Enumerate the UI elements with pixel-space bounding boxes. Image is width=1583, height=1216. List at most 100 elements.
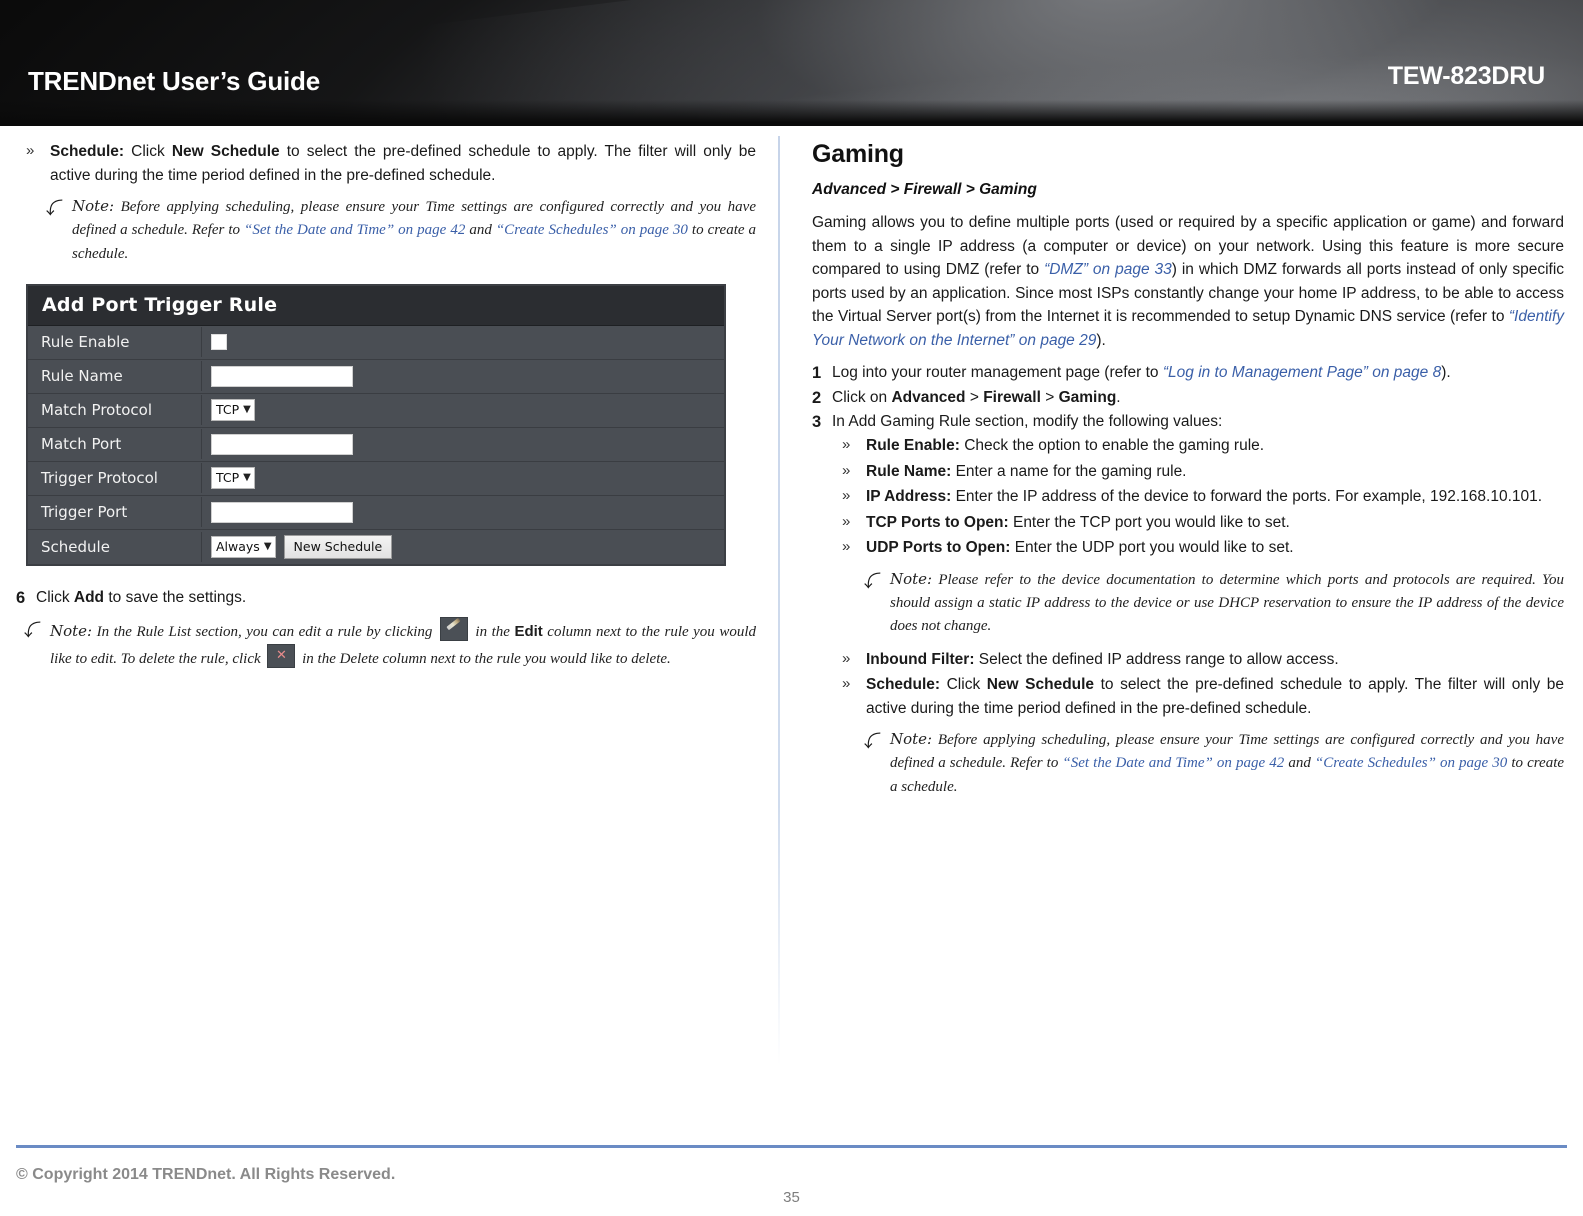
schedule-value: Always bbox=[216, 538, 260, 554]
product-model-label: TEW-823DRU bbox=[1387, 62, 1545, 90]
rule-name-input[interactable] bbox=[211, 365, 353, 387]
router-ui-label-match-protocol: Match Protocol bbox=[28, 395, 202, 426]
step-text-2: to save the settings. bbox=[104, 588, 247, 606]
note-text-2: and bbox=[1284, 755, 1315, 772]
bullet-label: Rule Enable: bbox=[866, 437, 960, 455]
note-word: Note: bbox=[72, 197, 115, 216]
note-arrow-icon: ⤵ bbox=[864, 732, 881, 753]
note-link-create-schedules[interactable]: “Create Schedules” on page 30 bbox=[1315, 755, 1507, 771]
step-text-1: Click bbox=[36, 588, 74, 606]
note-strong-edit: Edit bbox=[514, 623, 543, 641]
note-arrow-icon: ⤵ bbox=[864, 571, 881, 592]
page-title: Gaming bbox=[812, 140, 904, 168]
router-ui-label-trigger-protocol: Trigger Protocol bbox=[28, 463, 202, 494]
note-text-2: in the bbox=[470, 624, 515, 641]
router-ui-label-rule-name: Rule Name bbox=[28, 361, 202, 392]
router-ui-field-match-port bbox=[202, 427, 724, 461]
router-ui-row-match-port: Match Port bbox=[28, 427, 724, 462]
router-ui-field-trigger-protocol: TCP ▼ bbox=[202, 461, 724, 495]
bullet-udp-ports: » UDP Ports to Open: Enter the UDP port y… bbox=[812, 536, 1564, 560]
step-1: 1 Log into your router management page (r… bbox=[812, 361, 1564, 384]
bullet-strong-new-schedule: New Schedule bbox=[986, 676, 1095, 694]
bullet-label-schedule: Schedule: bbox=[866, 676, 941, 694]
step-strong-add: Add bbox=[73, 588, 105, 606]
router-ui-row-match-protocol: Match Protocol TCP ▼ bbox=[28, 393, 724, 428]
trigger-protocol-select[interactable]: TCP ▼ bbox=[211, 467, 255, 490]
bullet-schedule: » Schedule: Click New Schedule to select … bbox=[16, 140, 756, 187]
bullet-ip-address: » IP Address: Enter the IP address of the… bbox=[812, 485, 1564, 509]
note-text: Please refer to the device documentation… bbox=[890, 571, 1564, 635]
note-rule-list: ⤵ Note: In the Rule List section, you can… bbox=[16, 617, 756, 672]
bullet-label: IP Address: bbox=[866, 488, 952, 506]
match-port-input[interactable] bbox=[211, 433, 353, 455]
trigger-port-input[interactable] bbox=[211, 501, 353, 523]
router-ui-label-match-port: Match Port bbox=[28, 429, 202, 460]
note-link-set-date-time[interactable]: “Set the Date and Time” on page 42 bbox=[244, 222, 465, 238]
bullet-label: Rule Name: bbox=[866, 462, 952, 480]
bullet-rule-enable: » Rule Enable: Check the option to enable… bbox=[812, 434, 1564, 458]
bullet-text-1: Click bbox=[124, 143, 172, 160]
step-2: 2 Click on Advanced > Firewall > Gaming. bbox=[812, 386, 1564, 409]
pencil-icon[interactable] bbox=[439, 617, 468, 642]
column-divider bbox=[778, 136, 780, 1066]
intro-link-dmz[interactable]: “DMZ” on page 33 bbox=[1044, 261, 1172, 278]
router-ui-row-trigger-protocol: Trigger Protocol TCP ▼ bbox=[28, 461, 724, 496]
step-number: 3 bbox=[812, 412, 822, 431]
bullet-marker-icon: » bbox=[842, 487, 851, 505]
note-link-create-schedules[interactable]: “Create Schedules” on page 30 bbox=[496, 222, 688, 238]
router-ui-label-rule-enable: Rule Enable bbox=[28, 327, 202, 358]
note-arrow-icon: ⤵ bbox=[24, 621, 41, 642]
page-content: » Schedule: Click New Schedule to select … bbox=[0, 126, 1583, 1116]
bullet-text: Enter the IP address of the device to fo… bbox=[951, 488, 1543, 506]
bullet-text: Enter the TCP port you would like to set… bbox=[1008, 513, 1290, 531]
note-schedule: ⤵ Note: Before applying scheduling, pleas… bbox=[812, 728, 1564, 799]
bullet-schedule: » Schedule: Click New Schedule to select … bbox=[812, 673, 1564, 720]
note-text-4: in the Delete column next to the rule yo… bbox=[298, 651, 671, 668]
left-column: » Schedule: Click New Schedule to select … bbox=[16, 140, 756, 681]
delete-x-icon[interactable] bbox=[267, 644, 296, 669]
copyright-text: © Copyright 2014 TRENDnet. All Rights Re… bbox=[16, 1166, 396, 1183]
router-ui-screenshot-add-port-trigger-rule: Add Port Trigger Rule Rule Enable Rule N… bbox=[26, 283, 726, 566]
trigger-protocol-value: TCP bbox=[216, 470, 240, 486]
banner-bottom-fade bbox=[0, 100, 1583, 126]
note-ports-protocols: ⤵ Note: Please refer to the device docume… bbox=[812, 568, 1564, 639]
bullet-label-schedule: Schedule: bbox=[50, 143, 125, 160]
bullet-marker-icon: » bbox=[842, 675, 851, 693]
note-link-set-date-time[interactable]: “Set the Date and Time” on page 42 bbox=[1062, 755, 1284, 771]
router-ui-label-trigger-port: Trigger Port bbox=[28, 497, 202, 528]
router-ui-field-rule-enable bbox=[202, 325, 724, 359]
bullet-text-1: Click bbox=[940, 676, 987, 694]
schedule-select[interactable]: Always ▼ bbox=[211, 535, 276, 558]
new-schedule-button[interactable]: New Schedule bbox=[283, 534, 393, 559]
gaming-intro-paragraph: Gaming allows you to define multiple por… bbox=[812, 211, 1564, 352]
page-header-banner: TRENDnet User’s Guide TEW-823DRU bbox=[0, 0, 1583, 126]
right-column: Gaming Advanced > Firewall > Gaming Gami… bbox=[812, 140, 1564, 808]
step-number: 6 bbox=[16, 588, 26, 607]
bullet-marker-icon: » bbox=[842, 538, 851, 556]
note-arrow-icon: ⤵ bbox=[46, 199, 63, 220]
step-link-login-management-page[interactable]: “Log in to Management Page” on page 8 bbox=[1163, 364, 1441, 381]
note-text-2: and bbox=[465, 222, 496, 239]
match-protocol-value: TCP bbox=[216, 402, 240, 418]
match-protocol-select[interactable]: TCP ▼ bbox=[211, 399, 255, 422]
note-word: Note: bbox=[50, 622, 93, 641]
step-3: 3 In Add Gaming Rule section, modify the … bbox=[812, 410, 1564, 433]
step-text-4: . bbox=[1116, 388, 1121, 406]
bullet-marker-icon: » bbox=[842, 512, 851, 530]
bullet-strong-new-schedule: New Schedule bbox=[171, 143, 280, 160]
rule-enable-checkbox[interactable] bbox=[211, 334, 227, 351]
router-ui-label-schedule: Schedule bbox=[28, 531, 202, 562]
page-number: 35 bbox=[783, 1189, 800, 1206]
note-text-1: In the Rule List section, you can edit a… bbox=[92, 624, 437, 641]
bullet-rule-name: » Rule Name: Enter a name for the gaming … bbox=[812, 460, 1564, 484]
step-strong-advanced: Advanced bbox=[891, 388, 966, 406]
router-ui-row-trigger-port: Trigger Port bbox=[28, 495, 724, 530]
step-text-2: ). bbox=[1441, 364, 1451, 382]
bullet-text: Enter the UDP port you would like to set… bbox=[1010, 539, 1294, 557]
step-strong-gaming: Gaming bbox=[1058, 388, 1117, 406]
bullet-text: Check the option to enable the gaming ru… bbox=[959, 437, 1265, 455]
step-text-1: Log into your router management page (re… bbox=[832, 364, 1163, 382]
bullet-marker-icon: » bbox=[842, 649, 851, 667]
router-ui-row-rule-name: Rule Name bbox=[28, 359, 724, 394]
intro-text-3: ). bbox=[1096, 331, 1106, 349]
